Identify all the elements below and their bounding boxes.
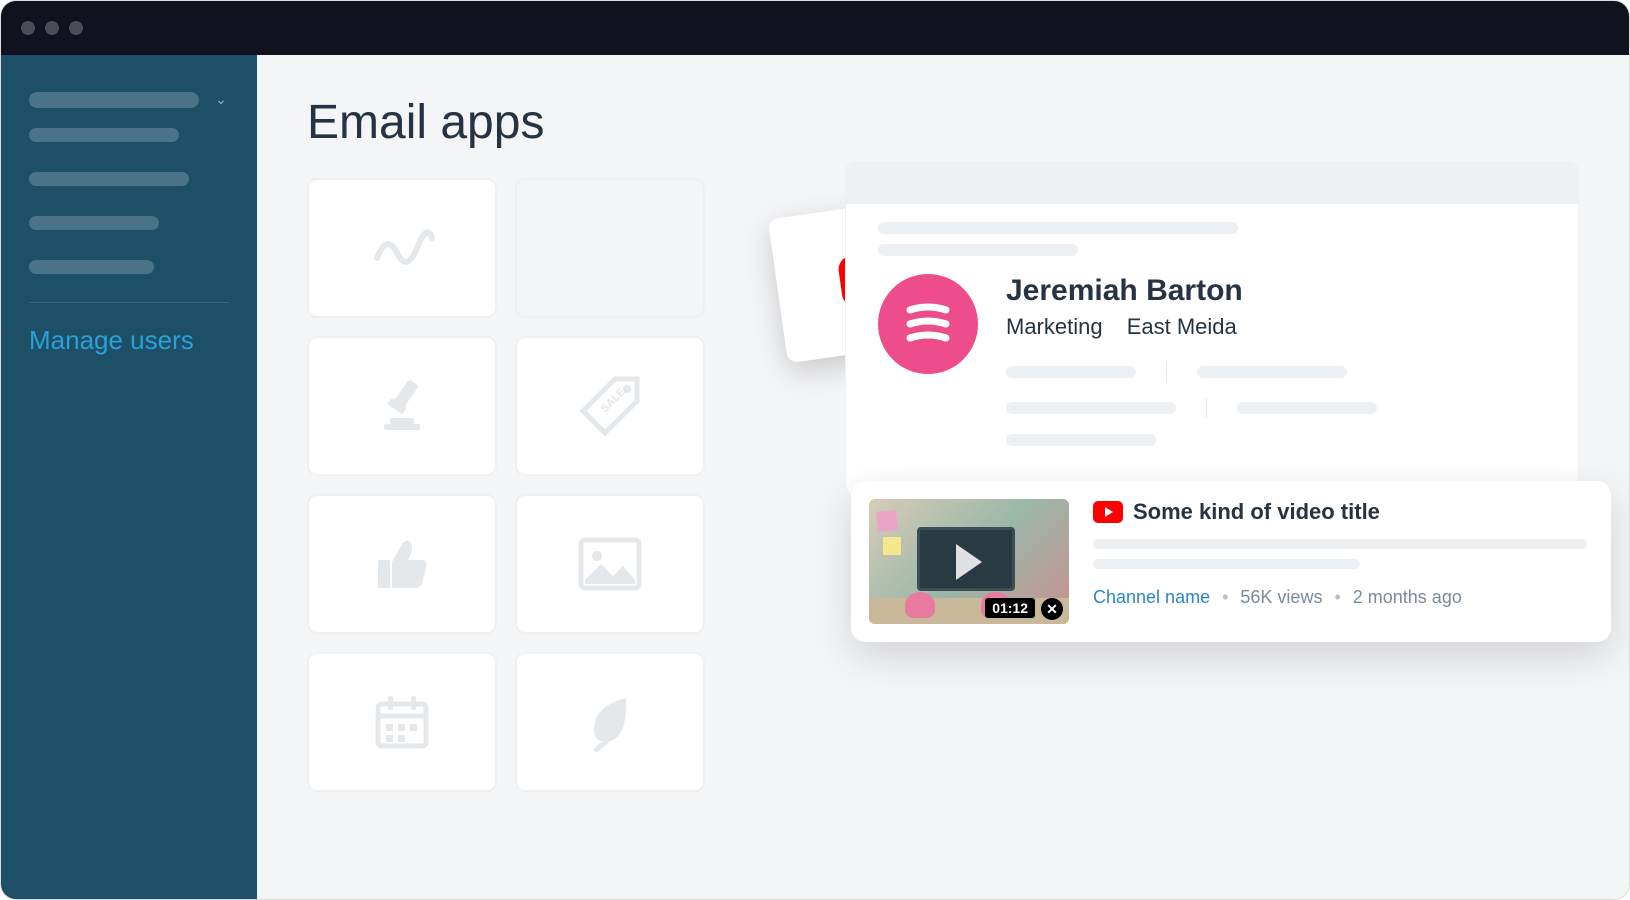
titlebar	[1, 1, 1629, 55]
sidebar-divider	[29, 302, 229, 303]
sidebar: ⌄ Manage users	[1, 55, 257, 899]
app-tile-calendar[interactable]	[307, 652, 497, 792]
thumbs-up-icon	[372, 534, 432, 594]
app-tile-thumbs-up[interactable]	[307, 494, 497, 634]
app-tile-gavel[interactable]	[307, 336, 497, 476]
profile-company: East Meida	[1127, 314, 1237, 339]
app-body: ⌄ Manage users Email apps	[1, 55, 1629, 899]
profile-header-bar	[846, 162, 1578, 204]
close-icon[interactable]: ✕	[1041, 598, 1063, 620]
leaf-icon	[582, 692, 638, 752]
browser-window: ⌄ Manage users Email apps	[0, 0, 1630, 900]
video-channel[interactable]: Channel name	[1093, 587, 1210, 608]
image-icon	[577, 536, 643, 592]
app-tile-youtube-slot[interactable]	[515, 178, 705, 318]
window-control-maximize[interactable]	[69, 21, 83, 35]
profile-name: Jeremiah Barton	[1006, 274, 1546, 308]
app-tile-scribble[interactable]	[307, 178, 497, 318]
profile-card: Jeremiah Barton Marketing East Meida	[845, 161, 1579, 495]
video-meta: Channel name • 56K views • 2 months ago	[1093, 587, 1587, 608]
app-tile-sale[interactable]: SALE	[515, 336, 705, 476]
video-age: 2 months ago	[1353, 587, 1462, 608]
window-control-minimize[interactable]	[45, 21, 59, 35]
app-tile-leaf[interactable]	[515, 652, 705, 792]
main-content: Email apps SALE	[257, 55, 1629, 899]
gavel-icon	[370, 374, 434, 438]
video-duration: 01:12	[985, 598, 1035, 618]
play-icon	[956, 544, 982, 580]
sale-tag-icon: SALE	[575, 371, 645, 441]
scribble-icon	[367, 223, 437, 273]
page-title: Email apps	[307, 95, 1579, 150]
video-title: Some kind of video title	[1133, 499, 1380, 525]
sidebar-item-manage-users[interactable]: Manage users	[29, 325, 229, 356]
profile-department: Marketing	[1006, 314, 1103, 339]
window-control-close[interactable]	[21, 21, 35, 35]
video-thumbnail[interactable]: 01:12 ✕	[869, 499, 1069, 624]
chevron-down-icon: ⌄	[215, 91, 227, 108]
video-views: 56K views	[1240, 587, 1322, 608]
profile-subtitle: Marketing East Meida	[1006, 314, 1546, 340]
sidebar-item[interactable]	[29, 128, 229, 142]
calendar-icon	[372, 692, 432, 752]
avatar	[878, 274, 978, 374]
sidebar-item[interactable]	[29, 260, 229, 274]
youtube-icon	[1093, 501, 1123, 523]
video-card[interactable]: 01:12 ✕ Some kind of video title Channel…	[851, 481, 1611, 642]
sidebar-item[interactable]	[29, 216, 229, 230]
sidebar-item[interactable]	[29, 172, 229, 186]
app-tile-image[interactable]	[515, 494, 705, 634]
sidebar-item-dropdown[interactable]: ⌄	[29, 91, 229, 108]
